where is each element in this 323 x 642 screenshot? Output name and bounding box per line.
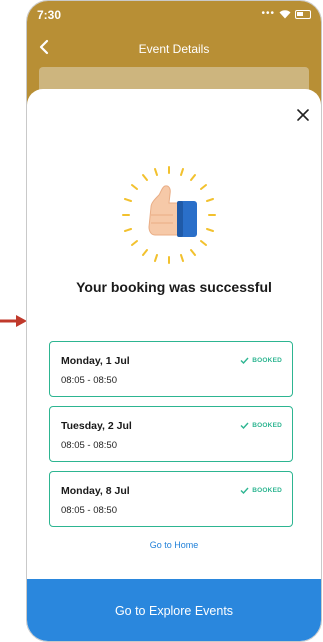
booking-time: 08:05 - 08:50 [61, 375, 117, 386]
annotation-arrow-icon [0, 315, 27, 327]
status-bar: 7:30 ••• [27, 1, 321, 27]
booking-date: Monday, 1 Jul [61, 355, 130, 367]
check-icon [240, 422, 249, 429]
check-icon [240, 357, 249, 364]
booking-time: 08:05 - 08:50 [61, 505, 117, 516]
thumbs-up-icon [122, 166, 216, 264]
check-icon [240, 487, 249, 494]
booking-card: Monday, 1 Jul 08:05 - 08:50 BOOKED [49, 341, 293, 397]
booked-badge: BOOKED [240, 422, 282, 429]
go-to-explore-events-button[interactable]: Go to Explore Events [27, 579, 321, 641]
page-title: Event Details [138, 42, 210, 56]
booking-card: Tuesday, 2 Jul 08:05 - 08:50 BOOKED [49, 406, 293, 462]
go-to-home-link[interactable]: Go to Home [27, 540, 321, 550]
screen: 7:30 ••• Event Details Your booking was … [0, 0, 323, 642]
signal-dots-icon: ••• [261, 8, 275, 19]
success-headline: Your booking was successful [76, 279, 272, 295]
nav-bar: Event Details [27, 35, 321, 63]
booked-status-label: BOOKED [252, 487, 282, 494]
booked-badge: BOOKED [240, 357, 282, 364]
booking-date: Monday, 8 Jul [61, 485, 130, 497]
close-icon[interactable] [293, 105, 313, 125]
booked-badge: BOOKED [240, 487, 282, 494]
booking-card: Monday, 8 Jul 08:05 - 08:50 BOOKED [49, 471, 293, 527]
status-icons: ••• [261, 9, 311, 19]
booking-time: 08:05 - 08:50 [61, 440, 117, 451]
booked-status-label: BOOKED [252, 357, 282, 364]
wifi-icon [279, 10, 291, 19]
booking-date: Tuesday, 2 Jul [61, 420, 132, 432]
battery-icon [295, 9, 311, 19]
status-time: 7:30 [37, 8, 62, 22]
booking-success-sheet: Your booking was successful Monday, 1 Ju… [27, 89, 321, 641]
booked-status-label: BOOKED [252, 422, 282, 429]
phone-frame: 7:30 ••• Event Details Your booking was … [26, 0, 322, 642]
